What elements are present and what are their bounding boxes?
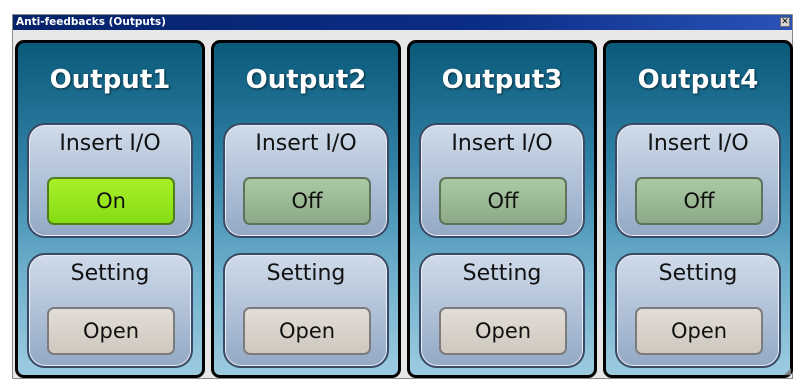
resize-grip-icon[interactable]: ◢ [781, 367, 791, 377]
setting-group: Setting Open [223, 253, 389, 368]
output-title: Output4 [637, 65, 759, 95]
setting-label: Setting [70, 261, 150, 286]
insert-io-toggle-button[interactable]: Off [635, 177, 763, 225]
insert-io-label: Insert I/O [451, 131, 553, 156]
insert-io-toggle-button[interactable]: On [47, 177, 175, 225]
insert-io-label: Insert I/O [255, 131, 357, 156]
insert-io-group: Insert I/O Off [223, 123, 389, 238]
insert-io-group: Insert I/O Off [419, 123, 585, 238]
setting-group: Setting Open [27, 253, 193, 368]
setting-group: Setting Open [419, 253, 585, 368]
output-panel-2: Output2 Insert I/O Off Setting Open [211, 40, 401, 378]
setting-group: Setting Open [615, 253, 781, 368]
insert-io-toggle-button[interactable]: Off [439, 177, 567, 225]
setting-label: Setting [658, 261, 738, 286]
setting-open-button[interactable]: Open [243, 307, 371, 355]
anti-feedback-window: Anti-feedbacks (Outputs) ✕ Output1 Inser… [12, 14, 793, 379]
insert-io-group: Insert I/O On [27, 123, 193, 238]
insert-io-toggle-button[interactable]: Off [243, 177, 371, 225]
setting-open-button[interactable]: Open [439, 307, 567, 355]
setting-label: Setting [266, 261, 346, 286]
setting-label: Setting [462, 261, 542, 286]
output-title: Output3 [441, 65, 563, 95]
setting-open-button[interactable]: Open [47, 307, 175, 355]
output-title: Output2 [245, 65, 367, 95]
insert-io-group: Insert I/O Off [615, 123, 781, 238]
output-panels: Output1 Insert I/O On Setting Open Outpu… [15, 40, 793, 378]
output-panel-3: Output3 Insert I/O Off Setting Open [407, 40, 597, 378]
insert-io-label: Insert I/O [59, 131, 161, 156]
setting-open-button[interactable]: Open [635, 307, 763, 355]
output-panel-4: Output4 Insert I/O Off Setting Open [603, 40, 793, 378]
window-title: Anti-feedbacks (Outputs) [16, 16, 166, 28]
output-panel-1: Output1 Insert I/O On Setting Open [15, 40, 205, 378]
window-titlebar[interactable]: Anti-feedbacks (Outputs) ✕ [13, 15, 792, 30]
insert-io-label: Insert I/O [647, 131, 749, 156]
output-title: Output1 [49, 65, 171, 95]
close-icon[interactable]: ✕ [780, 17, 790, 27]
